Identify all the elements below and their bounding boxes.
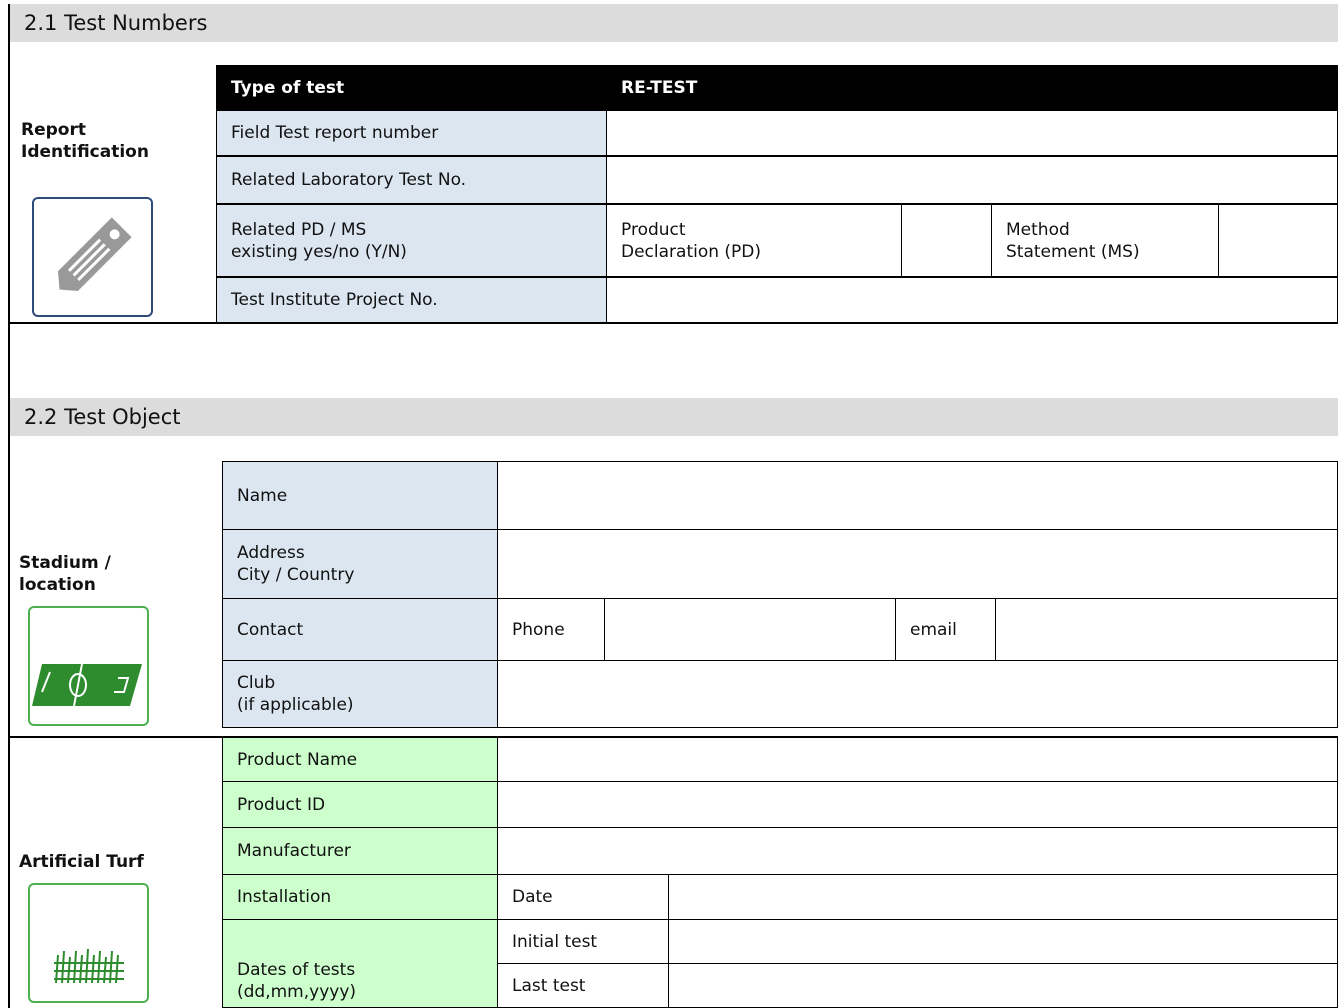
label-text: Contact (237, 619, 304, 640)
field-test-report-number-label: Field Test report number (216, 110, 607, 156)
label-text: Product ID (237, 794, 326, 815)
phone-label: Phone (497, 598, 605, 661)
section-header-test-object: 2.2 Test Object (10, 398, 1338, 436)
label-text: Product Declaration (PD) (621, 219, 762, 262)
phone-input[interactable] (604, 598, 896, 661)
price-tag-icon (32, 197, 153, 317)
product-declaration-label: Product Declaration (PD) (606, 204, 902, 277)
type-of-test-header: Type of test (216, 65, 607, 110)
address-input[interactable] (497, 529, 1338, 599)
installation-date-input[interactable] (668, 874, 1338, 920)
last-test-label: Last test (497, 963, 669, 1008)
label-text: Field Test report number (231, 123, 439, 143)
football-pitch-icon (28, 606, 149, 726)
project-no-input[interactable] (606, 277, 1338, 323)
label-text: Last test (512, 975, 586, 996)
label-text: Club (if applicable) (237, 673, 354, 715)
field-test-report-number-input[interactable] (606, 110, 1338, 156)
dates-of-tests-label: Dates of tests (dd,mm,yyyy) (222, 919, 498, 1008)
email-input[interactable] (995, 598, 1338, 661)
turf-grass-icon (28, 883, 149, 1003)
method-statement-label: Method Statement (MS) (991, 204, 1219, 277)
product-declaration-input[interactable] (901, 204, 992, 277)
club-input[interactable] (497, 660, 1338, 728)
last-test-input[interactable] (668, 963, 1338, 1008)
label-text: Manufacturer (237, 841, 351, 861)
product-name-input[interactable] (497, 737, 1338, 782)
manufacturer-input[interactable] (497, 827, 1338, 875)
label-text: Date (512, 887, 553, 907)
initial-test-input[interactable] (668, 919, 1338, 964)
related-pd-ms-label: Related PD / MS existing yes/no (Y/N) (216, 204, 607, 277)
initial-test-label: Initial test (497, 919, 669, 964)
installation-label: Installation (222, 874, 498, 920)
email-label: email (895, 598, 996, 661)
label-text: Phone (512, 619, 565, 640)
product-id-label: Product ID (222, 781, 498, 828)
left-border (8, 4, 10, 1008)
section-title: 2.2 Test Object (24, 405, 181, 429)
club-label: Club (if applicable) (222, 660, 498, 728)
type-of-test-value: RE-TEST (606, 65, 1338, 110)
name-input[interactable] (497, 461, 1338, 530)
related-lab-test-label: Related Laboratory Test No. (216, 156, 607, 204)
report-identification-label: Report Identification (21, 120, 149, 162)
label-text: Method Statement (MS) (1006, 219, 1140, 262)
label-text: Related PD / MS existing yes/no (Y/N) (231, 219, 407, 262)
contact-label: Contact (222, 598, 498, 661)
label-text: Address City / Country (237, 543, 355, 585)
label-text: Initial test (512, 931, 598, 952)
method-statement-input[interactable] (1218, 204, 1338, 277)
label-text: Test Institute Project No. (231, 290, 438, 310)
label-text: Dates of tests (dd,mm,yyyy) (237, 959, 357, 1002)
label-text: Related Laboratory Test No. (231, 170, 467, 190)
stadium-location-label: Stadium / location (19, 553, 111, 595)
label-text: Product Name (237, 749, 358, 770)
manufacturer-label: Manufacturer (222, 827, 498, 875)
section-title: 2.1 Test Numbers (24, 11, 208, 35)
type-of-test-label: Type of test (231, 77, 345, 98)
re-test-label: RE-TEST (621, 77, 698, 98)
label-text: email (910, 619, 957, 640)
installation-date-label: Date (497, 874, 669, 920)
address-label: Address City / Country (222, 529, 498, 599)
artificial-turf-label: Artificial Turf (19, 852, 144, 872)
name-label: Name (222, 461, 498, 530)
related-lab-test-input[interactable] (606, 156, 1338, 204)
label-text: Installation (237, 887, 332, 907)
project-no-label: Test Institute Project No. (216, 277, 607, 323)
product-name-label: Product Name (222, 737, 498, 782)
product-id-input[interactable] (497, 781, 1338, 828)
label-text: Name (237, 485, 288, 506)
section-header-test-numbers: 2.1 Test Numbers (10, 4, 1338, 42)
